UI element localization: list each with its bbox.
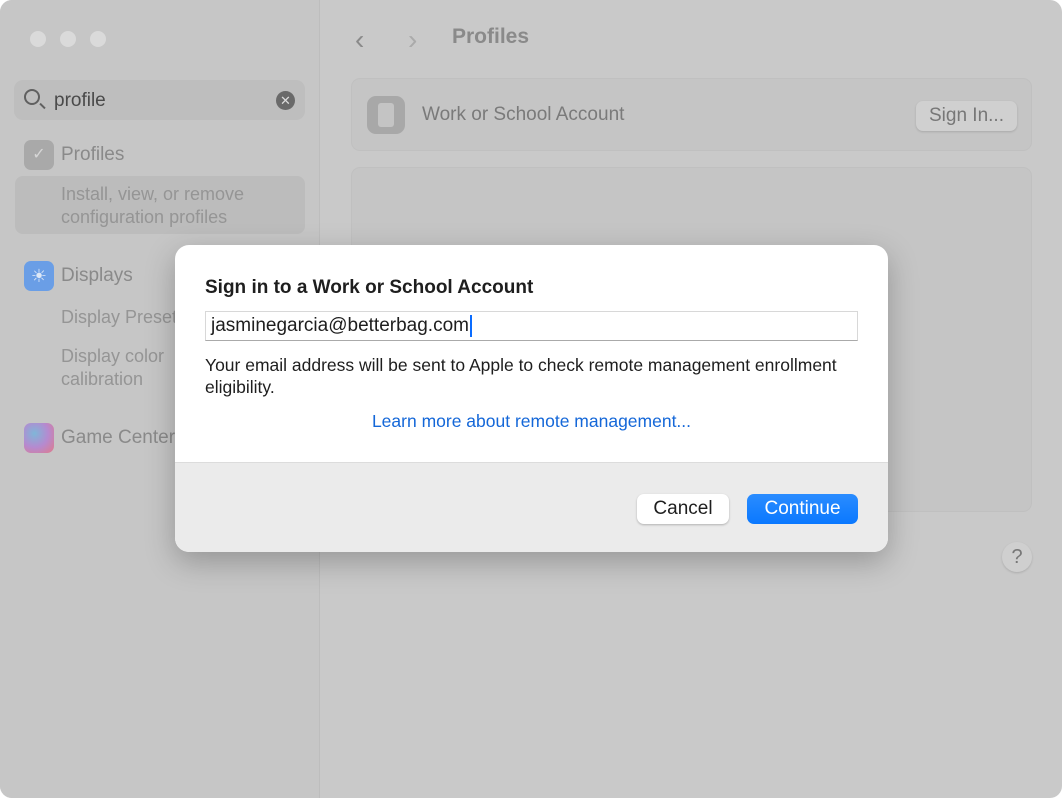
dialog-info-text: Your email address will be sent to Apple… bbox=[205, 355, 837, 397]
cancel-button[interactable]: Cancel bbox=[637, 494, 729, 524]
text-caret bbox=[469, 315, 472, 337]
dialog-footer: Cancel Continue bbox=[175, 462, 888, 552]
clear-search-icon[interactable]: ✕ bbox=[276, 91, 295, 110]
sidebar-item-game-center[interactable]: Game Center bbox=[61, 427, 175, 449]
id-badge-icon bbox=[367, 96, 405, 134]
learn-more-link[interactable]: Learn more about remote management... bbox=[175, 411, 888, 432]
game-center-icon bbox=[24, 423, 54, 453]
sign-in-dialog: Sign in to a Work or School Account jasm… bbox=[175, 245, 888, 552]
sidebar-result-display-calibration[interactable]: Display color calibration bbox=[61, 345, 171, 391]
help-button[interactable]: ? bbox=[1002, 542, 1032, 572]
email-field[interactable]: jasminegarcia@betterbag.com bbox=[205, 311, 858, 341]
account-label: Work or School Account bbox=[422, 104, 625, 125]
search-field[interactable]: profile ✕ bbox=[14, 80, 305, 120]
page-title: Profiles bbox=[452, 25, 530, 48]
back-button[interactable]: ‹ bbox=[355, 24, 364, 56]
sun-icon: ☀ bbox=[24, 261, 54, 291]
close-window-button[interactable] bbox=[30, 31, 46, 47]
search-input[interactable]: profile bbox=[54, 90, 106, 112]
zoom-window-button[interactable] bbox=[90, 31, 106, 47]
continue-button[interactable]: Continue bbox=[747, 494, 858, 524]
sign-in-button[interactable]: Sign In... bbox=[916, 101, 1017, 131]
sidebar-item-profiles[interactable]: Profiles bbox=[61, 144, 124, 166]
sidebar-item-displays[interactable]: Displays bbox=[61, 265, 133, 287]
minimize-window-button[interactable] bbox=[60, 31, 76, 47]
sidebar-result-display-presets[interactable]: Display Presets bbox=[61, 306, 186, 329]
forward-button[interactable]: › bbox=[408, 24, 417, 56]
dialog-title: Sign in to a Work or School Account bbox=[205, 277, 534, 298]
search-icon bbox=[24, 89, 40, 105]
email-value: jasminegarcia@betterbag.com bbox=[211, 315, 469, 337]
sidebar-result-profiles-text[interactable]: Install, view, or remove configuration p… bbox=[61, 183, 291, 229]
profiles-checkmark-icon: ✓ bbox=[24, 140, 54, 170]
